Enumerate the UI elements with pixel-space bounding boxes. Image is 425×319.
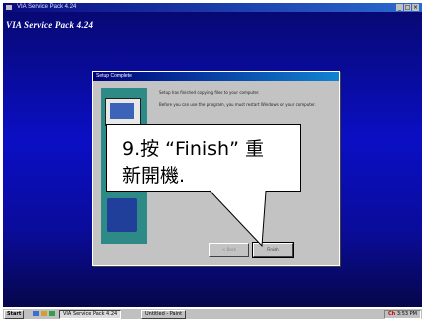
- dialog-message-line1: Setup has finished copying files to your…: [159, 90, 260, 95]
- window-controls: _ □ ×: [396, 4, 419, 11]
- instruction-callout: 9.按 “Finish” 重 新開機.: [106, 124, 301, 192]
- system-tray: Ch 3:53 PM: [384, 310, 421, 319]
- callout-line1: 9.按 “Finish” 重: [122, 138, 264, 160]
- maximize-button[interactable]: □: [404, 4, 411, 11]
- minimize-button[interactable]: _: [396, 4, 403, 11]
- dialog-message-line2: Before you can use the program, you must…: [159, 102, 316, 107]
- taskbar-item-setup[interactable]: VIA Service Pack 4.24: [59, 310, 122, 319]
- tray-clock[interactable]: 3:53 PM: [397, 311, 417, 317]
- dialog-title: Setup Complete: [93, 72, 339, 81]
- desktop-icon[interactable]: [33, 311, 39, 316]
- dialog-message: Setup has finished copying files to your…: [159, 90, 329, 111]
- callout-line2: 新開機.: [122, 165, 186, 187]
- monitor-icon: [105, 98, 141, 126]
- taskbar-item-paint[interactable]: Untitled - Paint: [141, 310, 187, 319]
- start-button[interactable]: Start: [4, 310, 25, 319]
- app-icon[interactable]: [6, 5, 12, 10]
- browser-icon[interactable]: [41, 311, 47, 316]
- app-title: VIA Service Pack 4.24: [6, 20, 94, 30]
- callout-pointer-arrow: [209, 190, 267, 248]
- disk-icon: [107, 198, 137, 232]
- close-button[interactable]: ×: [412, 4, 419, 11]
- taskbar: Start VIA Service Pack 4.24 Untitled - P…: [3, 308, 422, 319]
- ime-indicator[interactable]: Ch: [388, 311, 395, 317]
- channel-icon[interactable]: [49, 311, 55, 316]
- window-title: VIA Service Pack 4.24: [17, 4, 77, 10]
- window-titlebar[interactable]: VIA Service Pack 4.24 _ □ ×: [3, 3, 422, 12]
